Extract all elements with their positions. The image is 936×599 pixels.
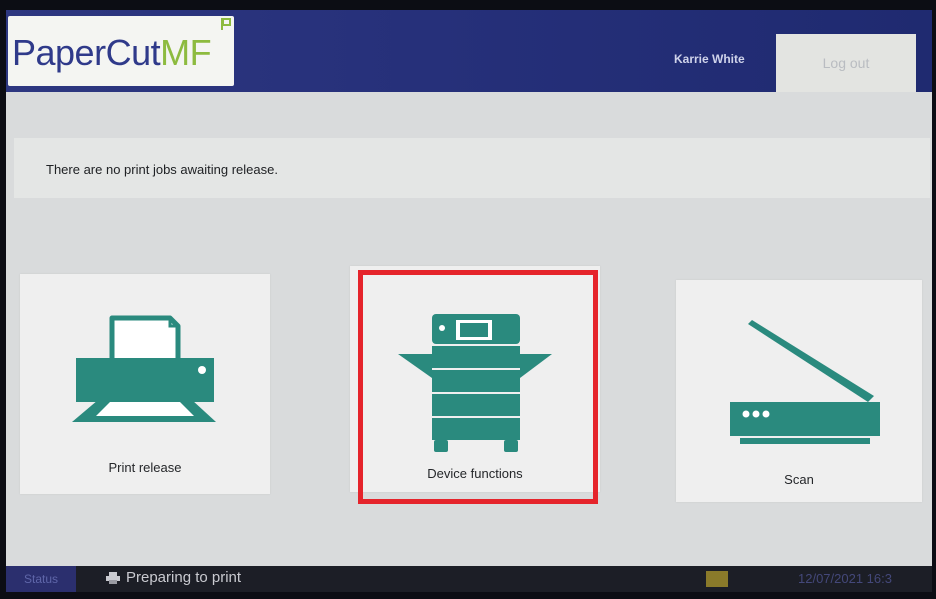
- print-release-tile[interactable]: Print release: [20, 274, 270, 494]
- scan-tile[interactable]: Scan: [676, 280, 922, 502]
- logout-button[interactable]: Log out: [776, 34, 916, 92]
- logo-primary-text: PaperCut: [12, 32, 161, 73]
- tile-label: Scan: [784, 472, 814, 487]
- user-name: Karrie White: [674, 52, 745, 66]
- status-indicator-icon: [706, 571, 728, 587]
- header-bar: PaperCutMF Karrie White Log out: [6, 10, 932, 92]
- scanner-icon: [730, 320, 880, 444]
- datetime-display: 12/07/2021 16:3: [798, 571, 892, 586]
- printer-status-icon: [106, 571, 120, 584]
- logo-secondary-text: MF: [160, 32, 212, 73]
- status-message: Preparing to print: [106, 569, 241, 586]
- status-text: Preparing to print: [126, 569, 242, 586]
- release-message-panel: There are no print jobs awaiting release…: [14, 138, 930, 198]
- touch-screen: PaperCutMF Karrie White Log out There ar…: [6, 10, 932, 592]
- status-tab[interactable]: Status: [6, 566, 76, 592]
- logo-flag-icon: [221, 18, 231, 30]
- papercut-logo: PaperCutMF: [8, 16, 234, 86]
- tile-label: Print release: [108, 460, 182, 475]
- printer-icon: [72, 315, 216, 422]
- status-bar: Status Preparing to print 12/07/2021 16:…: [6, 566, 932, 592]
- selection-highlight: [358, 270, 598, 504]
- release-message: There are no print jobs awaiting release…: [46, 162, 278, 177]
